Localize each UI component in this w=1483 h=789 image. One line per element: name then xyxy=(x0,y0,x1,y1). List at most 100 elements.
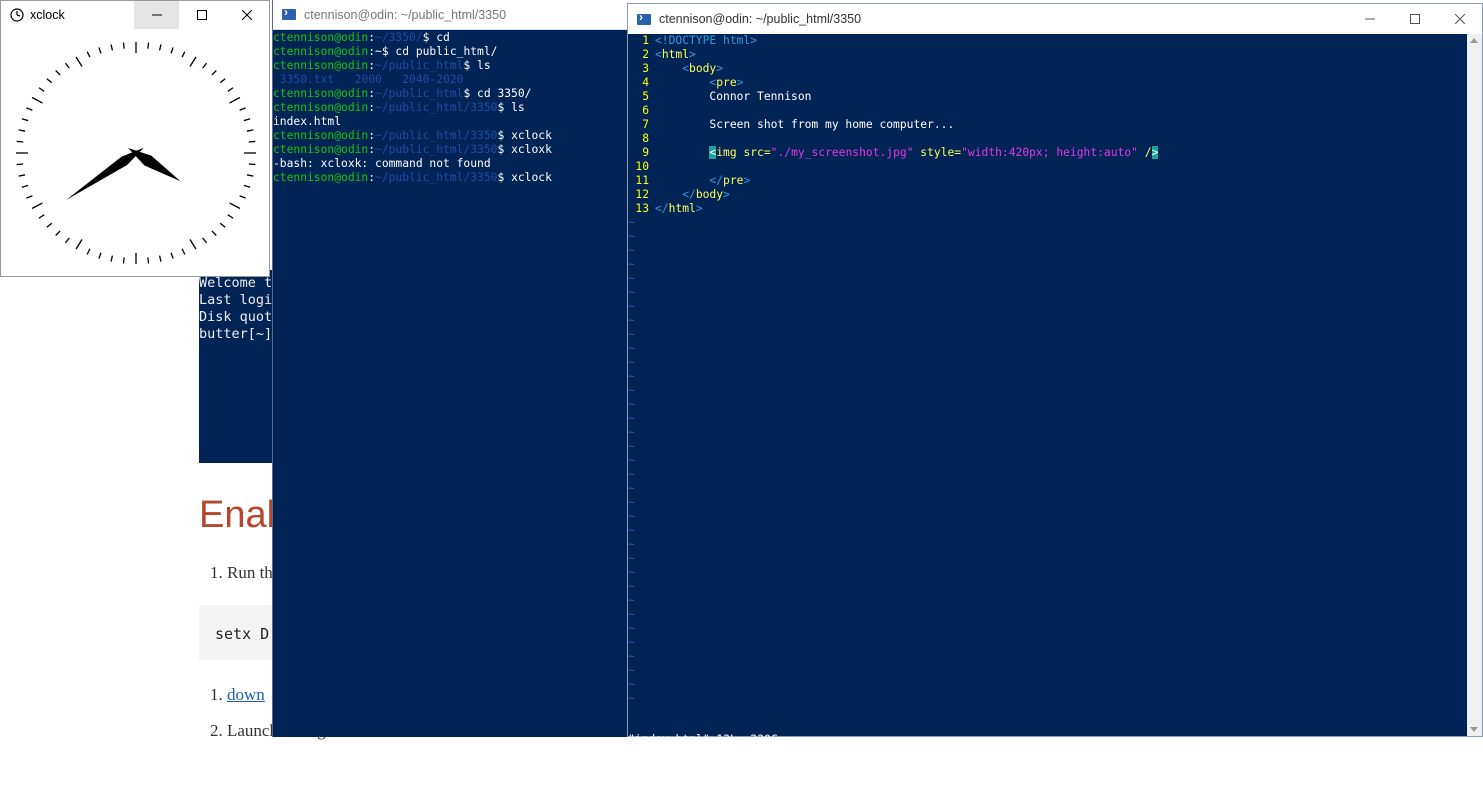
vim-line: 12 </body> xyxy=(628,188,1468,202)
terminal-line: ctennison@odin:~/public_html/3350$ xclox… xyxy=(273,143,672,157)
clock-tick-mark xyxy=(122,42,125,49)
maximize-button[interactable] xyxy=(1392,4,1437,34)
terminal-output[interactable]: ctennison@odin:~/3350/$ cd ctennison@odin… xyxy=(273,30,672,185)
clock-tick-mark xyxy=(211,230,217,236)
vim-code-text xyxy=(655,62,682,75)
vim-editor-buffer[interactable]: 1 <!DOCTYPE html> 2 <html> 3 <body> 4 <pre> 5 … xyxy=(628,34,1468,718)
vim-status-file: "index.html" 13L, 230C xyxy=(628,733,778,746)
vim-line: 5 Connor Tennison xyxy=(628,90,1468,104)
analog-clock-face xyxy=(16,42,256,264)
clock-tick-mark xyxy=(170,47,174,54)
terminal-line: ctennison@odin:~/public_html/3350$ xcloc… xyxy=(273,129,672,143)
bg-terminal-line: butter[~] xyxy=(199,326,273,342)
bg-code-text: setx D xyxy=(215,625,270,643)
minimize-icon xyxy=(151,14,162,16)
bg-download-link[interactable]: down xyxy=(227,685,265,704)
vim-line-number: 8 xyxy=(642,132,649,145)
xclock-window[interactable]: xclock xyxy=(0,0,270,277)
terminal-text: ~/public_html/3350 xyxy=(375,129,498,142)
clock-icon xyxy=(10,8,24,22)
clock-tick-mark xyxy=(227,214,234,219)
vim-code-text: > xyxy=(723,188,730,201)
vim-code-text: body xyxy=(695,188,724,201)
vim-line-number: 5 xyxy=(642,90,649,103)
terminal-text: : xyxy=(368,101,376,114)
clock-tick-mark xyxy=(189,56,197,67)
terminal-text: ~/public_html xyxy=(375,87,464,100)
vim-code-text: html xyxy=(661,48,690,61)
clock-tick-mark xyxy=(189,239,197,250)
vim-line: 10 xyxy=(628,160,1468,174)
vim-code-text: style= xyxy=(913,146,962,159)
terminal-window[interactable]: ctennison@odin: ~/public_html/3350 ctenn… xyxy=(272,0,672,737)
vim-empty-line-tilde: ~ xyxy=(628,426,635,439)
vim-code-text: > xyxy=(689,48,696,61)
terminal-text: 3350.txt 2000 2040-2020 xyxy=(273,73,464,86)
terminal-text: ~/public_html/3350 xyxy=(375,143,498,156)
scroll-up-arrow[interactable] xyxy=(1470,38,1478,43)
terminal-text: ~/public_html/3350 xyxy=(375,101,498,114)
bg-list-item: 1. Run th xyxy=(210,563,273,582)
vim-empty-line-tilde: ~ xyxy=(628,440,635,453)
clock-tick-mark xyxy=(110,255,114,262)
vim-line-number: 4 xyxy=(642,76,649,89)
terminal-titlebar[interactable]: ctennison@odin: ~/public_html/3350 xyxy=(273,0,672,30)
bg-terminal-line: Disk quot xyxy=(199,309,273,325)
vim-line: 13 </html> xyxy=(628,202,1468,216)
vim-code-text: Screen shot from my home computer... xyxy=(655,118,955,131)
clock-tick-mark xyxy=(38,214,45,219)
clock-tick-mark xyxy=(98,47,102,54)
vim-empty-line-tilde: ~ xyxy=(628,342,635,355)
vim-empty-line-tilde: ~ xyxy=(628,398,635,411)
bg-terminal-line: Welcome t xyxy=(199,275,273,291)
bg-list-num: 1. xyxy=(210,685,227,704)
terminal-line: ctennison@odin:~/public_html$ cd 3350/ xyxy=(273,87,672,101)
vim-empty-line-tilde: ~ xyxy=(628,622,635,635)
vim-code-text: pre xyxy=(716,76,737,89)
maximize-button[interactable] xyxy=(179,1,224,29)
vim-code-text: > xyxy=(736,76,744,89)
clock-tick-mark xyxy=(246,174,254,177)
clock-tick-mark xyxy=(246,129,254,132)
close-icon xyxy=(241,10,252,20)
vim-line-number: 9 xyxy=(642,146,649,159)
terminal-line: ctennison@odin:~/3350/$ cd xyxy=(273,31,672,45)
vim-empty-line-tilde: ~ xyxy=(628,594,635,607)
clock-tick-mark xyxy=(239,107,246,111)
minimize-button[interactable] xyxy=(1347,4,1392,34)
vim-code-text xyxy=(655,146,709,159)
vim-code-text: > xyxy=(716,62,724,75)
vim-code-text: </ xyxy=(655,202,669,215)
clock-tick-mark xyxy=(18,174,26,177)
close-button[interactable] xyxy=(224,1,269,29)
terminal-line: -bash: xcloxk: command not found xyxy=(273,157,672,171)
vim-titlebar[interactable]: ctennison@odin: ~/public_html/3350 xyxy=(628,4,1482,34)
vim-empty-line-tilde: ~ xyxy=(628,314,635,327)
terminal-text: : xyxy=(368,143,376,156)
vim-window-title: ctennison@odin: ~/public_html/3350 xyxy=(659,12,862,26)
close-button[interactable] xyxy=(1437,4,1482,34)
terminal-text: index.html xyxy=(273,115,342,128)
xclock-title: xclock xyxy=(30,8,65,22)
terminal-text: $ cd xyxy=(422,31,450,44)
scroll-down-arrow[interactable] xyxy=(1470,727,1478,732)
clock-tick-mark xyxy=(18,129,26,132)
vim-code-text: img xyxy=(716,146,744,159)
vim-empty-line-tilde: ~ xyxy=(628,524,635,537)
terminal-text: ctennison@odin xyxy=(273,87,369,100)
minimize-icon xyxy=(1364,18,1375,20)
clock-tick-mark xyxy=(16,140,24,143)
terminal-text: ~/public_html/3350 xyxy=(375,171,498,184)
terminal-text: -bash: xcloxk: command not found xyxy=(273,157,491,170)
vim-line: 1 <!DOCTYPE html> xyxy=(628,34,1468,48)
clock-tick-mark xyxy=(202,237,208,244)
vim-empty-line-tilde: ~ xyxy=(628,608,635,621)
vim-scrollbar[interactable] xyxy=(1467,34,1482,736)
vim-terminal-window[interactable]: ctennison@odin: ~/public_html/3350 1 <!DO… xyxy=(627,3,1483,774)
vim-empty-line-tilde: ~ xyxy=(628,384,635,397)
clock-tick-mark xyxy=(26,107,33,111)
xclock-titlebar[interactable]: xclock xyxy=(1,1,269,29)
minimize-button[interactable] xyxy=(134,1,179,29)
vim-status-line: "index.html" 13L, 230C 9,9 All xyxy=(628,719,1468,774)
clock-tick-mark xyxy=(229,202,241,210)
